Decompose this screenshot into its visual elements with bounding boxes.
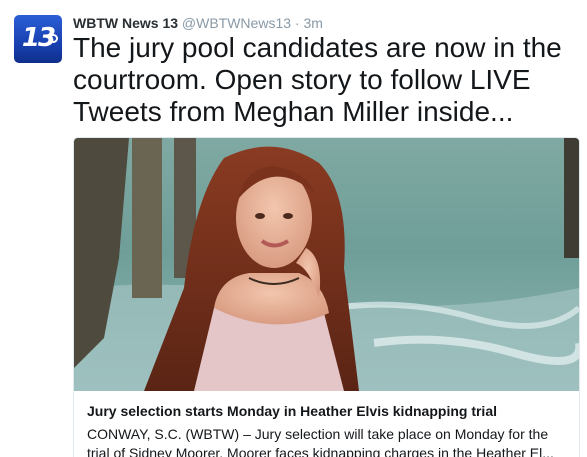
card-description-line-2: trial of Sidney Moorer. Moorer faces kid…: [87, 445, 554, 457]
header-separator: ·: [294, 15, 300, 31]
card-description: CONWAY, S.C. (WBTW) – Jury selection wil…: [87, 425, 566, 457]
tweet-timestamp[interactable]: 3m: [303, 15, 322, 31]
card-description-line-1: CONWAY, S.C. (WBTW) – Jury selection wil…: [87, 426, 549, 442]
author-name[interactable]: WBTW News 13: [73, 15, 178, 31]
tweet-text: The jury pool candidates are now in the …: [73, 32, 562, 127]
card-image[interactable]: [74, 138, 579, 391]
card-body: Jury selection starts Monday in Heather …: [74, 391, 579, 457]
card-title[interactable]: Jury selection starts Monday in Heather …: [87, 401, 566, 421]
author-handle[interactable]: @WBTWNews13: [182, 15, 291, 31]
link-card[interactable]: Jury selection starts Monday in Heather …: [73, 137, 580, 457]
tweet-header: WBTW News 13 @WBTWNews13 · 3m: [73, 14, 323, 32]
avatar[interactable]: 13: [14, 15, 62, 63]
avatar-logo-eye-icon: [49, 34, 58, 43]
tweet[interactable]: 13 WBTW News 13 @WBTWNews13 · 3m The jur…: [0, 0, 587, 457]
